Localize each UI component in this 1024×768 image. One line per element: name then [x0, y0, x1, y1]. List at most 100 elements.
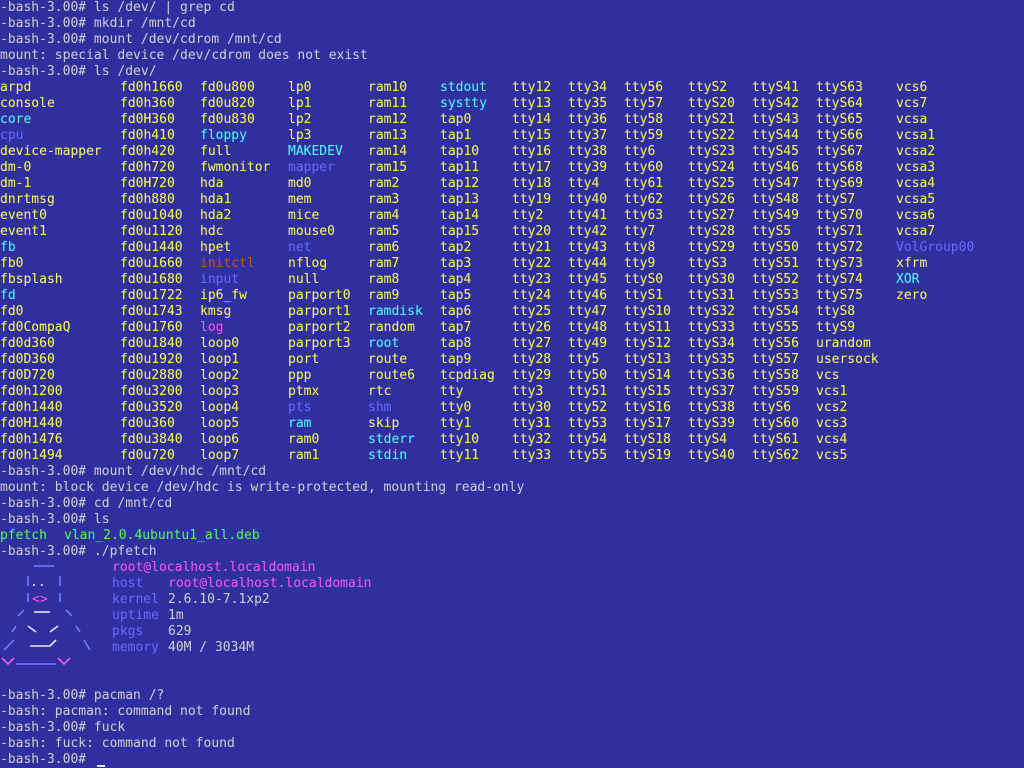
dev-entry: dm-0 — [0, 160, 32, 175]
dev-entry: tty3 — [512, 384, 544, 399]
dev-entry: tap15 — [440, 224, 480, 239]
dev-entry: ttyS46 — [752, 160, 799, 175]
dev-entry: fd0h1476 — [0, 432, 63, 447]
dev-entry: tty38 — [568, 144, 608, 159]
dev-entry: fd0u3840 — [120, 432, 183, 447]
dev-entry: tty32 — [512, 432, 552, 447]
dev-entry: ttyS68 — [816, 160, 863, 175]
dev-entry: ttyS15 — [624, 384, 671, 399]
dev-entry: tty31 — [512, 416, 552, 431]
dev-entry: fb0 — [0, 256, 24, 271]
dev-entry: net — [288, 240, 312, 255]
dev-entry: ttyS66 — [816, 128, 863, 143]
dev-entry: tty46 — [568, 288, 608, 303]
dev-entry: fd0u1743 — [120, 304, 183, 319]
dev-entry: cpu — [0, 128, 24, 143]
dev-entry: ttyS24 — [688, 160, 735, 175]
dev-entry: tap5 — [440, 288, 472, 303]
dev-entry: tty14 — [512, 112, 552, 127]
dev-entry: tty42 — [568, 224, 608, 239]
terminal-line: -bash: pacman: command not found — [0, 704, 251, 719]
terminal-line: -bash-3.00# ./pfetch — [0, 544, 157, 559]
dev-entry: tty — [440, 384, 464, 399]
pfetch-value: 2.6.10-7.1xp2 — [168, 592, 270, 607]
file-vlan-deb: vlan_2.0.4ubuntu1_all.deb — [64, 528, 260, 543]
dev-entry: tty9 — [624, 256, 656, 271]
dev-entry: kmsg — [200, 304, 232, 319]
dev-entry: fd0u360 — [120, 416, 175, 431]
dev-entry: ttyS73 — [816, 256, 863, 271]
dev-entry: tty33 — [512, 448, 552, 463]
dev-entry: ram7 — [368, 256, 400, 271]
dev-entry: event1 — [0, 224, 47, 239]
dev-entry: lp1 — [288, 96, 312, 111]
dev-entry: tty41 — [568, 208, 608, 223]
command-prompt[interactable]: -bash-3.00# — [0, 752, 94, 768]
pfetch-label: kernel — [112, 592, 159, 607]
dev-entry: ttyS69 — [816, 176, 863, 191]
dev-entry: MAKEDEV — [288, 144, 343, 159]
dev-entry: ttyS32 — [688, 304, 735, 319]
dev-entry: fd0u2880 — [120, 368, 183, 383]
dev-entry: pts — [288, 400, 312, 415]
dev-entry: tty18 — [512, 176, 552, 191]
dev-entry: fd0H1440 — [0, 416, 63, 431]
dev-entry: fd0u1680 — [120, 272, 183, 287]
dev-entry: fd0D360 — [0, 352, 55, 367]
dev-entry: fd0u1760 — [120, 320, 183, 335]
dev-entry: tap0 — [440, 112, 472, 127]
dev-entry: fd0u1120 — [120, 224, 183, 239]
dev-entry: tap8 — [440, 336, 472, 351]
dev-entry: fd0h1494 — [0, 448, 63, 463]
dev-entry: ttyS47 — [752, 176, 799, 191]
dev-entry: ttyS27 — [688, 208, 735, 223]
dev-entry: ttyS14 — [624, 368, 671, 383]
dev-entry: tty48 — [568, 320, 608, 335]
dev-entry: fd0u1040 — [120, 208, 183, 223]
svg-text:..: .. — [30, 575, 46, 590]
dev-entry: skip — [368, 416, 400, 431]
terminal-line: -bash-3.00# mount /dev/cdrom /mnt/cd — [0, 32, 282, 47]
dev-entry: ram14 — [368, 144, 408, 159]
dev-entry: fb — [0, 240, 16, 255]
dev-entry: fd0D720 — [0, 368, 55, 383]
dev-entry: ttyS33 — [688, 320, 735, 335]
dev-entry: vcsa6 — [896, 208, 936, 223]
dev-entry: ttyS51 — [752, 256, 799, 271]
dev-entry: tty24 — [512, 288, 552, 303]
dev-entry: tty13 — [512, 96, 552, 111]
dev-entry: tty20 — [512, 224, 552, 239]
dev-entry: ttyS4 — [688, 432, 728, 447]
dev-entry: lp2 — [288, 112, 312, 127]
dev-entry: loop5 — [200, 416, 240, 431]
dev-entry: ttyS0 — [624, 272, 664, 287]
dev-entry: ttyS36 — [688, 368, 735, 383]
dev-entry: ttyS54 — [752, 304, 799, 319]
dev-entry: fd0H360 — [120, 112, 175, 127]
dev-entry: fd0u1722 — [120, 288, 183, 303]
dev-entry: ttyS44 — [752, 128, 799, 143]
dev-entry: vcsa5 — [896, 192, 936, 207]
dev-entry: tty55 — [568, 448, 608, 463]
dev-entry: fd0 — [0, 304, 24, 319]
dev-entry: full — [200, 144, 232, 159]
dev-entry: ttyS52 — [752, 272, 799, 287]
dev-entry: tty19 — [512, 192, 552, 207]
dev-entry: tty45 — [568, 272, 608, 287]
pfetch-label: memory — [112, 640, 159, 655]
dev-entry: systty — [440, 96, 487, 111]
dev-entry: tty21 — [512, 240, 552, 255]
terminal-line: mount: special device /dev/cdrom does no… — [0, 48, 368, 63]
dev-entry: ttyS53 — [752, 288, 799, 303]
dev-entry: port — [288, 352, 320, 367]
dev-entry: loop2 — [200, 368, 240, 383]
dev-entry: fd0h880 — [120, 192, 175, 207]
dev-entry: vcs6 — [896, 80, 928, 95]
terminal-screen[interactable]: -bash-3.00# ls /dev/ | grep cd -bash-3.0… — [0, 0, 1024, 768]
dev-entry: ttyS12 — [624, 336, 671, 351]
dev-entry: md0 — [288, 176, 312, 191]
dev-entry: ttyS75 — [816, 288, 863, 303]
dev-entry: ttyS20 — [688, 96, 735, 111]
dev-entry: tty44 — [568, 256, 608, 271]
pfetch-value: 1m — [168, 608, 184, 623]
